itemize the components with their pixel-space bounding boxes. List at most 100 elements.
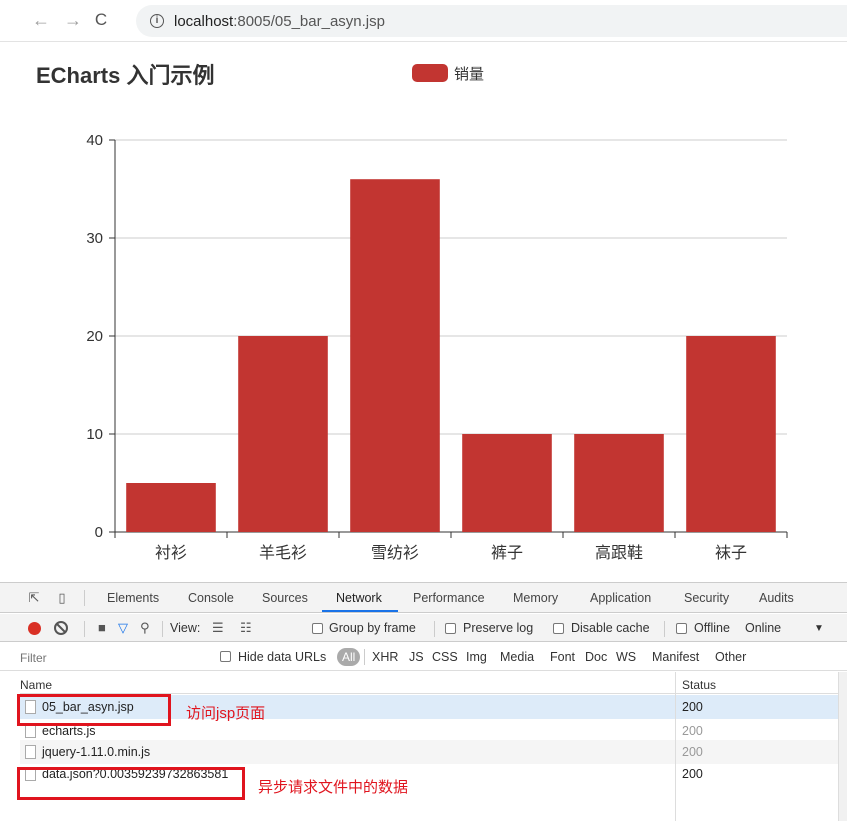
filter-type-img[interactable]: Img xyxy=(466,650,487,664)
preserve-log-checkbox[interactable] xyxy=(445,623,456,634)
screenshot-camera-icon[interactable]: ■ xyxy=(98,620,106,636)
toolbar-divider xyxy=(364,649,365,665)
column-header-status[interactable]: Status xyxy=(682,678,716,692)
request-name[interactable]: echarts.js xyxy=(42,724,96,738)
tab-application[interactable]: Application xyxy=(590,591,651,605)
toolbar-divider xyxy=(84,590,85,606)
bar-chart: 0 10 20 30 40 衬衫 羊毛衫 雪纺衫 裤子 高跟鞋 袜子 xyxy=(86,132,788,562)
legend-label[interactable]: 销量 xyxy=(454,63,484,84)
throttling-select[interactable]: Online xyxy=(745,621,781,635)
x-tick-label: 高跟鞋 xyxy=(595,543,643,562)
file-icon xyxy=(25,724,36,738)
annotation-box-data-json xyxy=(17,767,245,800)
request-name[interactable]: jquery-1.11.0.min.js xyxy=(42,745,150,759)
reload-icon[interactable]: C xyxy=(92,10,110,30)
filter-input[interactable] xyxy=(20,648,210,667)
table-row[interactable]: jquery-1.11.0.min.js 200 xyxy=(20,740,838,764)
column-header-name[interactable]: Name xyxy=(20,678,52,692)
bar-羊毛衫[interactable] xyxy=(238,336,328,532)
tab-audits[interactable]: Audits xyxy=(759,591,794,605)
group-by-frame-label[interactable]: Group by frame xyxy=(329,621,416,635)
filter-type-ws[interactable]: WS xyxy=(616,650,636,664)
y-tick-label: 0 xyxy=(95,524,103,541)
x-tick-label: 羊毛衫 xyxy=(259,543,307,562)
browser-address-bar: ← → C i localhost:8005/05_bar_asyn.jsp xyxy=(0,0,847,42)
preserve-log-label[interactable]: Preserve log xyxy=(463,621,533,635)
url-text: localhost:8005/05_bar_asyn.jsp xyxy=(174,13,385,30)
y-tick-label: 20 xyxy=(86,328,103,345)
filter-type-xhr[interactable]: XHR xyxy=(372,650,398,664)
url-field[interactable]: i localhost:8005/05_bar_asyn.jsp xyxy=(136,5,847,37)
annotation-box-jsp xyxy=(17,694,171,726)
filter-type-doc[interactable]: Doc xyxy=(585,650,607,664)
column-divider xyxy=(675,672,676,821)
search-icon[interactable]: ⚲ xyxy=(140,620,150,636)
filter-type-css[interactable]: CSS xyxy=(432,650,458,664)
tab-console[interactable]: Console xyxy=(188,591,234,605)
bar-雪纺衫[interactable] xyxy=(350,179,440,532)
bar-高跟鞋[interactable] xyxy=(574,434,664,532)
device-toolbar-icon[interactable]: ▯ xyxy=(54,591,70,605)
record-icon[interactable] xyxy=(28,622,41,635)
request-status: 200 xyxy=(682,700,703,714)
bar-裤子[interactable] xyxy=(462,434,552,532)
toolbar-divider xyxy=(84,621,85,637)
x-tick-label: 袜子 xyxy=(715,543,747,562)
hide-data-urls-checkbox[interactable] xyxy=(220,651,231,662)
bar-衬衫[interactable] xyxy=(126,483,216,532)
filter-type-js[interactable]: JS xyxy=(409,650,424,664)
large-rows-icon[interactable]: ☰ xyxy=(212,620,224,636)
view-label: View: xyxy=(170,621,201,635)
back-arrow-icon[interactable]: ← xyxy=(32,10,50,30)
forward-arrow-icon[interactable]: → xyxy=(64,10,82,30)
toolbar-divider xyxy=(162,621,163,637)
clear-icon[interactable] xyxy=(54,621,68,635)
url-path: :8005/05_bar_asyn.jsp xyxy=(233,13,385,30)
devtools-tab-bar: ⇱ ▯ Elements Console Sources Network Perform… xyxy=(0,583,847,613)
x-tick-label: 雪纺衫 xyxy=(371,543,419,562)
x-tick-label: 衬衫 xyxy=(155,543,187,562)
tab-elements[interactable]: Elements xyxy=(107,591,159,605)
active-tab-indicator xyxy=(322,610,398,612)
annotation-label-data-json: 异步请求文件中的数据 xyxy=(258,779,409,796)
scrollbar[interactable] xyxy=(838,672,847,821)
tab-sources[interactable]: Sources xyxy=(262,591,308,605)
y-tick-label: 30 xyxy=(86,230,103,247)
toolbar-divider xyxy=(664,621,665,637)
annotation-label-jsp: 访问jsp页面 xyxy=(186,705,266,722)
info-icon[interactable]: i xyxy=(150,14,164,28)
tab-performance[interactable]: Performance xyxy=(413,591,485,605)
tab-security[interactable]: Security xyxy=(684,591,729,605)
inspect-element-icon[interactable]: ⇱ xyxy=(26,591,42,605)
filter-all-button[interactable]: All xyxy=(337,648,361,666)
x-tick-label: 裤子 xyxy=(491,543,523,562)
chevron-down-icon[interactable]: ▼ xyxy=(814,623,824,634)
filter-type-manifest[interactable]: Manifest xyxy=(652,650,699,664)
tab-memory[interactable]: Memory xyxy=(513,591,558,605)
network-filter-bar: Hide data URLs All XHR JS CSS Img Media Font D… xyxy=(0,643,847,671)
y-tick-label: 40 xyxy=(86,132,103,149)
toolbar-divider xyxy=(434,621,435,637)
network-toolbar: ■ ▽ ⚲ View: ☰ ☷ Group by frame Preserve … xyxy=(0,614,847,642)
offline-checkbox[interactable] xyxy=(676,623,687,634)
hide-data-urls-label[interactable]: Hide data URLs xyxy=(238,650,326,664)
bar-袜子[interactable] xyxy=(686,336,776,532)
waterfall-overview-icon[interactable]: ☷ xyxy=(240,620,252,636)
disable-cache-checkbox[interactable] xyxy=(553,623,564,634)
devtools-panel: ⇱ ▯ Elements Console Sources Network Perform… xyxy=(0,582,847,821)
url-host: localhost xyxy=(174,13,234,30)
filter-type-font[interactable]: Font xyxy=(550,650,575,664)
group-by-frame-checkbox[interactable] xyxy=(312,623,323,634)
disable-cache-label[interactable]: Disable cache xyxy=(571,621,650,635)
y-tick-label: 10 xyxy=(86,426,103,443)
file-icon xyxy=(25,745,36,759)
filter-type-media[interactable]: Media xyxy=(500,650,534,664)
tab-network[interactable]: Network xyxy=(336,591,382,605)
chart-title: ECharts 入门示例 xyxy=(36,63,215,88)
filter-funnel-icon[interactable]: ▽ xyxy=(118,620,128,636)
request-status: 200 xyxy=(682,767,703,781)
request-status: 200 xyxy=(682,724,703,738)
legend-swatch[interactable] xyxy=(412,64,448,82)
offline-label[interactable]: Offline xyxy=(694,621,730,635)
filter-type-other[interactable]: Other xyxy=(715,650,746,664)
